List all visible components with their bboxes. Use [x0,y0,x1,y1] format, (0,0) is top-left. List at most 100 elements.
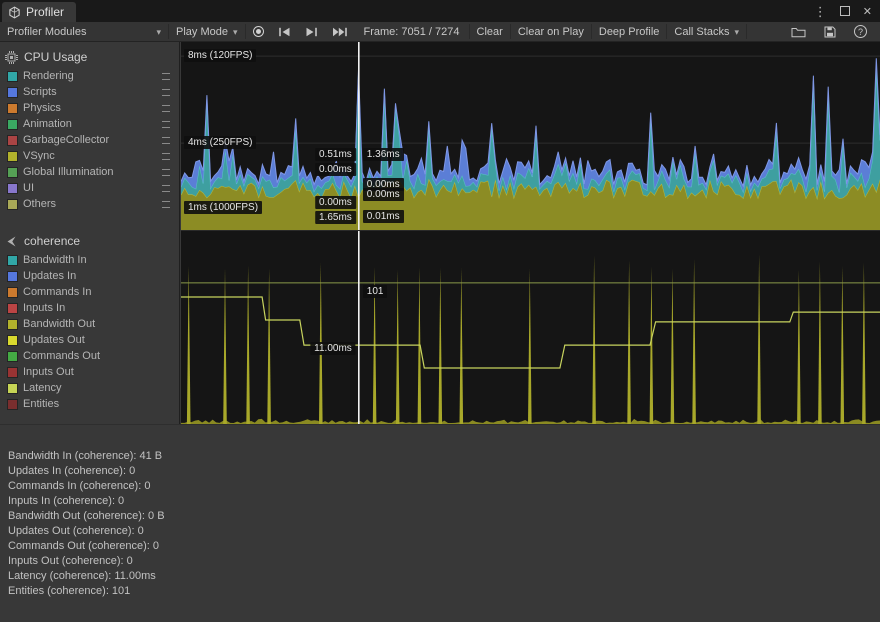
drag-handle-icon[interactable] [162,137,170,144]
legend-label: Inputs In [23,302,65,314]
clear-on-play-label: Clear on Play [518,26,584,38]
open-folder-icon [791,26,806,38]
clear-label: Clear [477,26,503,38]
record-button[interactable] [246,22,271,41]
previous-frame-icon [278,27,291,37]
charts-area: 8ms (120FPS)4ms (250FPS)1ms (1000FPS)0.5… [181,42,880,424]
next-frame-icon [305,27,318,37]
legend-item-commands-out[interactable]: Commands Out [0,348,179,364]
clear-button[interactable]: Clear [470,22,510,41]
stat-line: Latency (coherence): 11.00ms [0,569,880,584]
legend-swatch [8,304,17,313]
legend-item-updates-out[interactable]: Updates Out [0,332,179,348]
legend-item-garbagecollector[interactable]: GarbageCollector [0,132,179,148]
legend-item-rendering[interactable]: Rendering [0,68,179,84]
profiler-modules-dropdown[interactable]: Profiler Modules [0,22,168,41]
window-controls [814,0,872,22]
cpu-usage-chart[interactable]: 8ms (120FPS)4ms (250FPS)1ms (1000FPS)0.5… [181,42,880,230]
legend-item-commands-in[interactable]: Commands In [0,284,179,300]
module-coherence: coherence Bandwidth In Updates In Commands … [0,226,179,412]
legend-label: Animation [23,118,72,130]
legend-label: Others [23,198,56,210]
legend-item-bandwidth-in[interactable]: Bandwidth In [0,252,179,268]
coherence-chart-canvas[interactable] [181,231,880,424]
stat-line: Bandwidth Out (coherence): 0 B [0,509,880,524]
play-mode-dropdown[interactable]: Play Mode [169,22,245,41]
legend-item-entities[interactable]: Entities [0,396,179,412]
drag-handle-icon[interactable] [162,73,170,80]
coherence-chart[interactable]: 10111.00ms [181,231,880,424]
details-lines: Bandwidth In (coherence): 41 BUpdates In… [0,449,880,599]
legend-item-inputs-in[interactable]: Inputs In [0,300,179,316]
legend-item-bandwidth-out[interactable]: Bandwidth Out [0,316,179,332]
legend-item-latency[interactable]: Latency [0,380,179,396]
module-title: coherence [24,234,80,248]
legend-swatch [8,120,17,129]
play-mode-label: Play Mode [176,26,228,38]
drag-handle-icon[interactable] [162,185,170,192]
help-icon [854,25,867,38]
legend-label: Commands Out [23,350,100,362]
legend-label: Inputs Out [23,366,74,378]
module-header-coherence[interactable]: coherence [0,230,179,252]
legend-swatch [8,272,17,281]
stat-line: Entities (coherence): 101 [0,584,880,599]
legend-item-global-illumination[interactable]: Global Illumination [0,164,179,180]
legend-label: Commands In [23,286,91,298]
save-profile-button[interactable] [817,26,843,38]
stat-line: Commands In (coherence): 0 [0,479,880,494]
drag-handle-icon[interactable] [162,105,170,112]
unity-logo-icon [8,6,21,19]
legend-item-updates-in[interactable]: Updates In [0,268,179,284]
stat-line: Bandwidth In (coherence): 41 B [0,449,880,464]
legend-item-vsync[interactable]: VSync [0,148,179,164]
details-panel: Bandwidth In (coherence): 41 BUpdates In… [0,424,880,622]
legend-swatch [8,72,17,81]
toolbar: Profiler Modules Play Mode [0,22,880,42]
load-profile-button[interactable] [784,26,813,38]
drag-handle-icon[interactable] [162,153,170,160]
chevron-down-icon [734,26,739,38]
legend-label: Bandwidth In [23,254,87,266]
module-header-cpu-usage[interactable]: CPU Usage [0,46,179,68]
clear-on-play-button[interactable]: Clear on Play [511,22,591,41]
legend-label: Physics [23,102,61,114]
legend-item-others[interactable]: Others [0,196,179,212]
current-frame-button[interactable] [325,22,355,41]
profiler-window: Profiler Profiler Modules Play Mode [0,0,880,622]
legend-swatch [8,288,17,297]
chevron-down-icon [156,26,161,38]
tab-profiler[interactable]: Profiler [2,2,76,22]
current-frame-icon [332,27,348,37]
call-stacks-label: Call Stacks [674,26,729,38]
save-floppy-icon [824,26,836,38]
legend-swatch [8,88,17,97]
stat-line: Commands Out (coherence): 0 [0,539,880,554]
stat-line: Inputs Out (coherence): 0 [0,554,880,569]
legend-item-ui[interactable]: UI [0,180,179,196]
maximize-icon[interactable] [840,6,850,16]
help-button[interactable] [847,25,874,38]
drag-handle-icon[interactable] [162,169,170,176]
next-frame-button[interactable] [298,22,325,41]
legend-label: Latency [23,382,62,394]
cpu-chart-canvas[interactable] [181,42,880,230]
legend-item-physics[interactable]: Physics [0,100,179,116]
legend-label: GarbageCollector [23,134,109,146]
legend-item-scripts[interactable]: Scripts [0,84,179,100]
drag-handle-icon[interactable] [162,201,170,208]
legend-item-animation[interactable]: Animation [0,116,179,132]
toolbar-right-group [784,22,880,41]
legend-swatch [8,256,17,265]
legend-item-inputs-out[interactable]: Inputs Out [0,364,179,380]
module-title: CPU Usage [24,50,87,64]
deep-profile-label: Deep Profile [599,26,660,38]
window-menu-icon[interactable] [814,5,827,18]
close-icon[interactable] [863,5,872,18]
previous-frame-button[interactable] [271,22,298,41]
chevron-down-icon [233,26,238,38]
drag-handle-icon[interactable] [162,121,170,128]
deep-profile-button[interactable]: Deep Profile [592,22,667,41]
call-stacks-dropdown[interactable]: Call Stacks [667,22,746,41]
drag-handle-icon[interactable] [162,89,170,96]
